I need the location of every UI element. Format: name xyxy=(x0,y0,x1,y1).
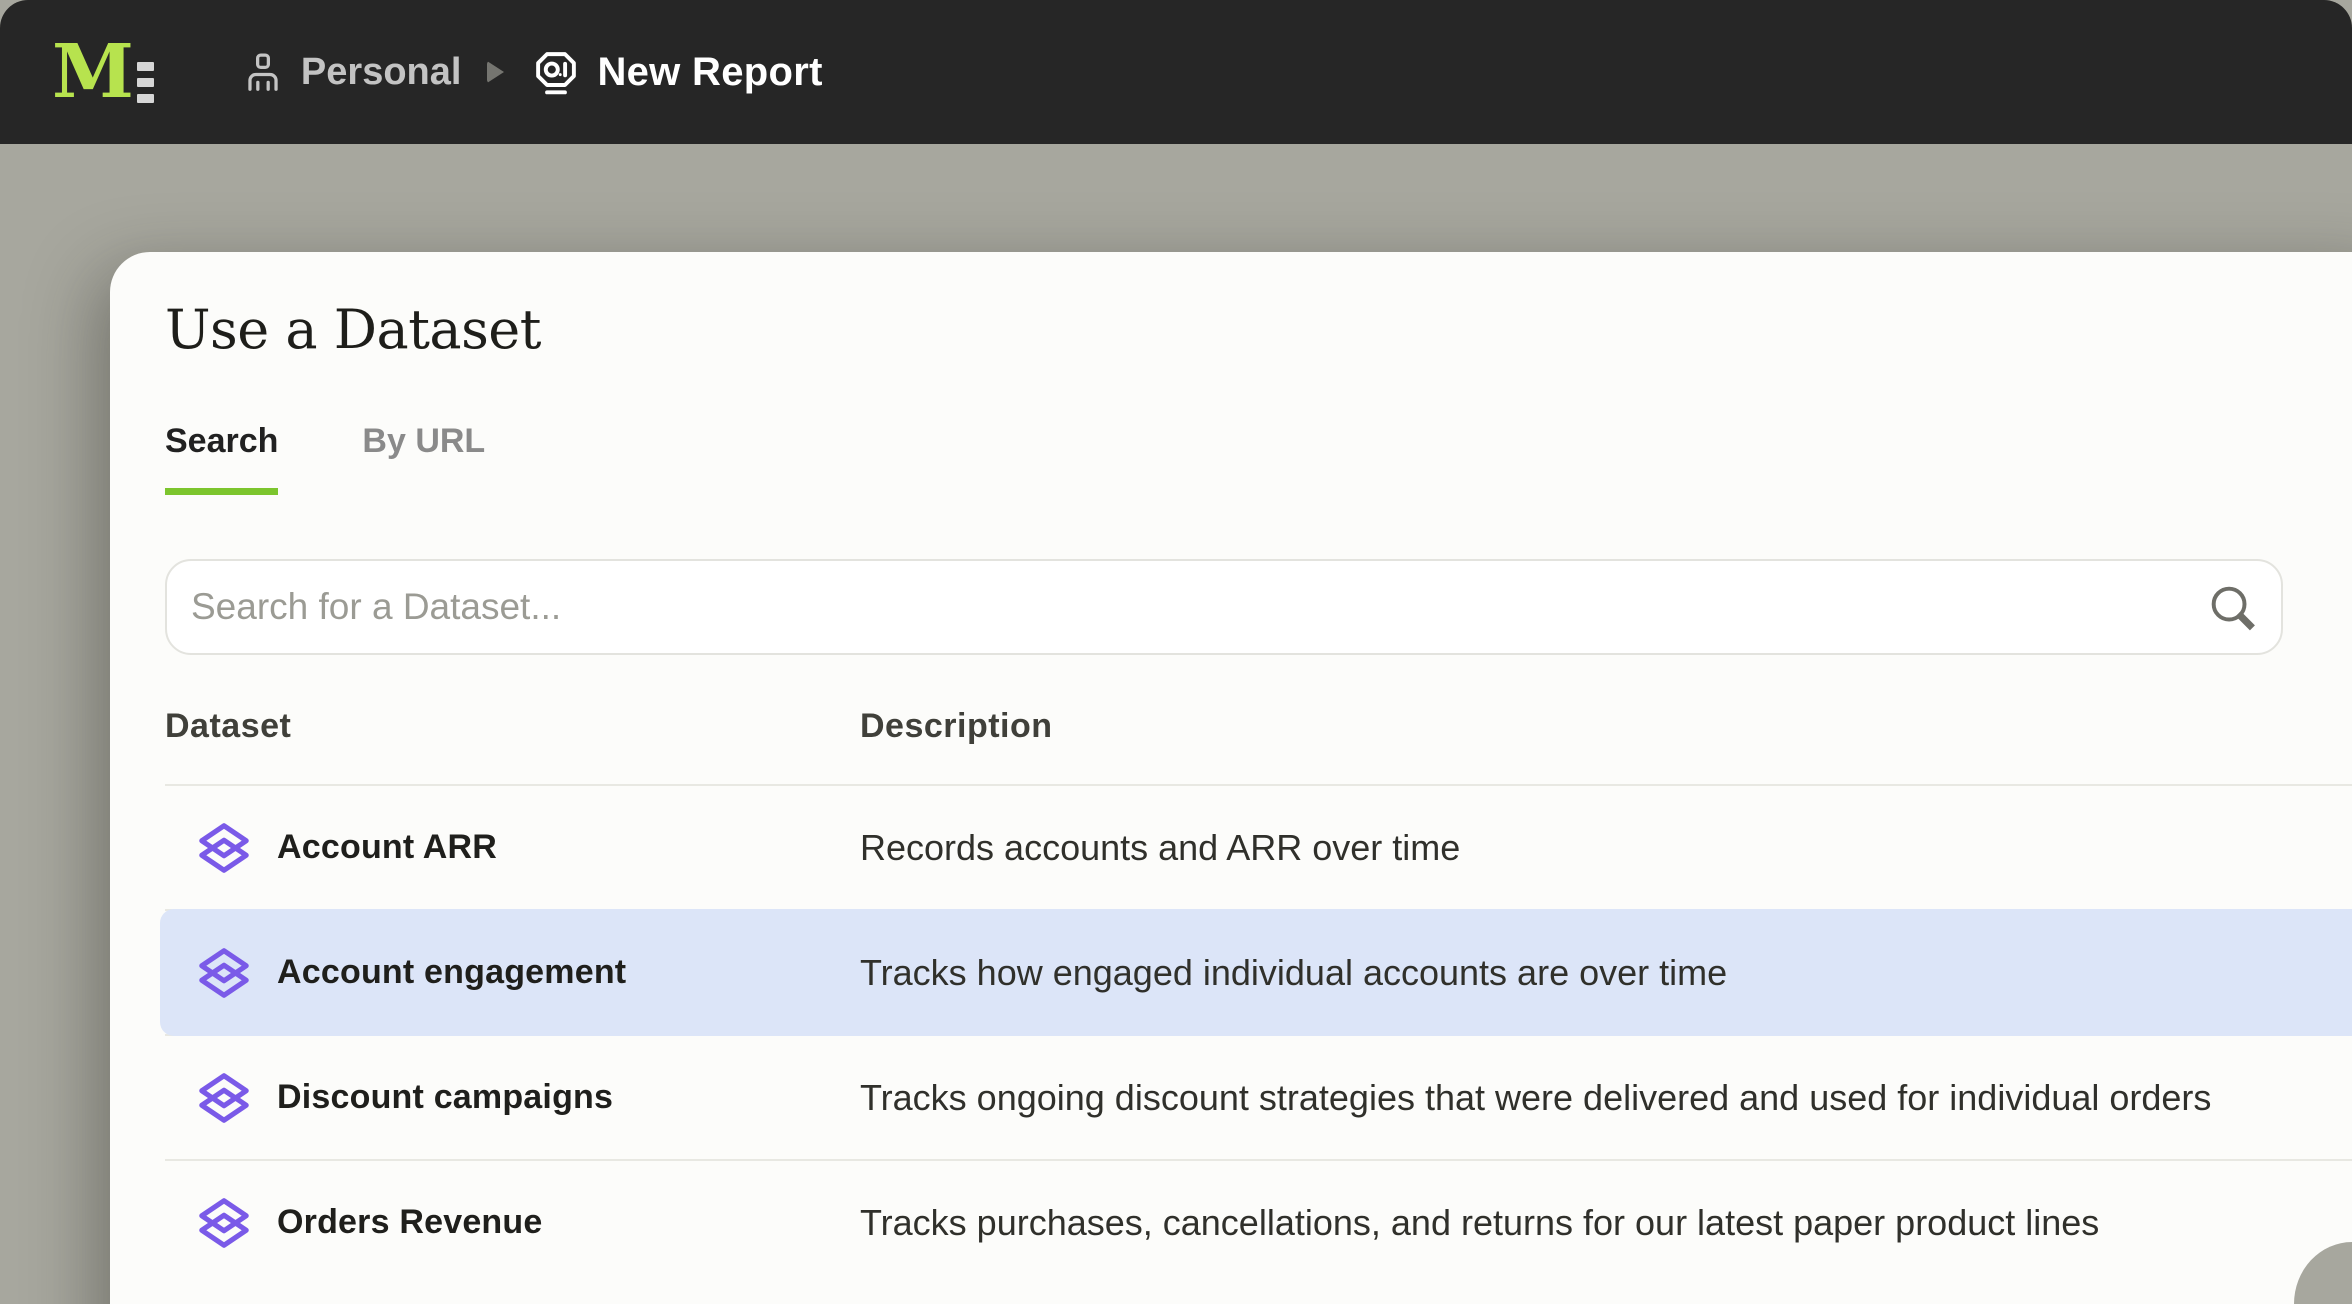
breadcrumb-personal[interactable]: Personal xyxy=(240,49,462,95)
mode-logo-m: M xyxy=(52,35,132,109)
table-row-orders-revenue[interactable]: Orders Revenue Tracks purchases, cancell… xyxy=(165,1161,2352,1284)
breadcrumb-new-report[interactable]: New Report xyxy=(530,46,822,98)
modal-tabs: Search By URL xyxy=(165,422,2352,495)
breadcrumb: Personal New Report xyxy=(240,46,823,98)
dataset-icon xyxy=(195,819,253,877)
dataset-description: Tracks how engaged individual accounts a… xyxy=(860,952,2352,994)
dataset-description: Tracks purchases, cancellations, and ret… xyxy=(860,1202,2352,1244)
dataset-name: Account ARR xyxy=(277,828,497,867)
dataset-description: Tracks ongoing discount strategies that … xyxy=(860,1077,2352,1119)
breadcrumb-new-report-label: New Report xyxy=(597,50,822,95)
table-row-account-engagement[interactable]: Account engagement Tracks how engaged in… xyxy=(165,911,2352,1034)
column-header-dataset: Dataset xyxy=(165,707,860,746)
dataset-name: Discount campaigns xyxy=(277,1078,613,1117)
dataset-search xyxy=(165,559,2283,655)
search-input[interactable] xyxy=(165,559,2283,655)
report-icon xyxy=(530,46,582,98)
breadcrumb-personal-label: Personal xyxy=(301,51,462,94)
dataset-name: Account engagement xyxy=(277,953,626,992)
table-row-discount-campaigns[interactable]: Discount campaigns Tracks ongoing discou… xyxy=(165,1036,2352,1159)
dataset-icon xyxy=(195,944,253,1002)
screen: M Personal xyxy=(0,0,2352,1304)
modal-title: Use a Dataset xyxy=(165,296,2352,364)
person-icon xyxy=(240,49,286,95)
dataset-icon xyxy=(195,1069,253,1127)
top-bar: M Personal xyxy=(0,0,2352,144)
dataset-name-cell: Discount campaigns xyxy=(165,1069,860,1127)
chevron-right-icon xyxy=(487,61,504,83)
dataset-name-cell: Account engagement xyxy=(165,944,860,1002)
mode-logo[interactable]: M xyxy=(52,0,154,144)
dataset-name: Orders Revenue xyxy=(277,1203,542,1242)
table-header: Dataset Description xyxy=(165,655,2352,784)
search-icon[interactable] xyxy=(2207,582,2257,632)
tab-by-url[interactable]: By URL xyxy=(362,422,485,495)
tab-search[interactable]: Search xyxy=(165,422,278,495)
table-row-account-arr[interactable]: Account ARR Records accounts and ARR ove… xyxy=(165,786,2352,909)
dataset-description: Records accounts and ARR over time xyxy=(860,827,2352,869)
dataset-table: Dataset Description Account ARR Records … xyxy=(165,655,2352,1284)
mode-logo-dashes-icon xyxy=(137,62,154,103)
dataset-icon xyxy=(195,1194,253,1252)
dataset-name-cell: Account ARR xyxy=(165,819,860,877)
dataset-name-cell: Orders Revenue xyxy=(165,1194,860,1252)
use-dataset-modal: Use a Dataset Search By URL Dataset Desc… xyxy=(110,252,2352,1304)
column-header-description: Description xyxy=(860,707,2352,746)
